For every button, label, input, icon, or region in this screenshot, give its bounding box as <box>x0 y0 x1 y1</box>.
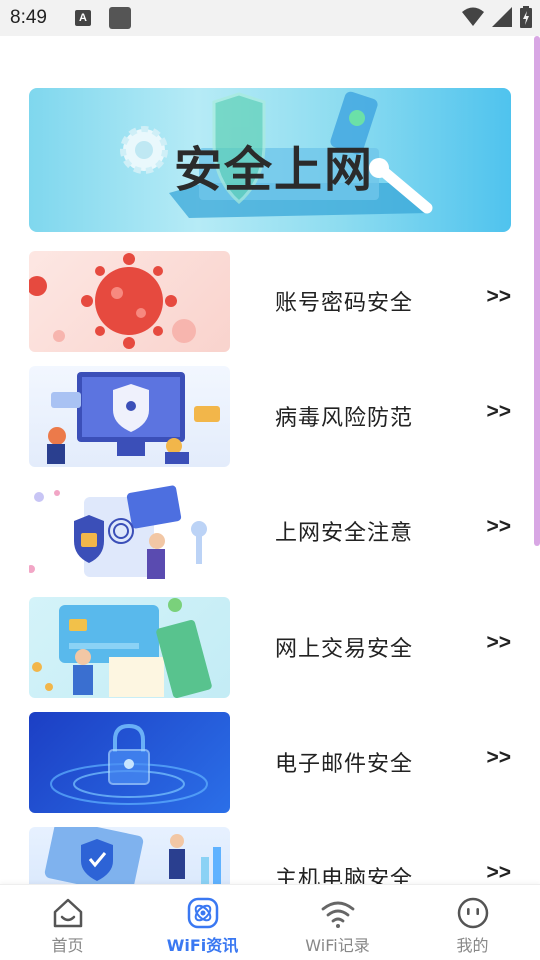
notification-square-icon <box>108 7 131 29</box>
wifi-icon <box>321 901 354 928</box>
list-item-title: 病毒风险防范 <box>275 406 414 431</box>
wifi-info-icon <box>187 897 218 929</box>
list-item-title: 电子邮件安全 <box>275 752 414 777</box>
status-time: 8:49 <box>10 7 47 28</box>
scroll-indicator[interactable] <box>534 36 540 546</box>
safe-internet-banner[interactable]: 安全上网 <box>29 88 511 232</box>
battery-icon <box>520 6 532 28</box>
nav-home[interactable]: 首页 <box>0 885 135 960</box>
chevron-double-right-icon: >> <box>486 861 511 884</box>
wifi-signal-icon <box>462 7 484 26</box>
face-icon <box>457 897 488 929</box>
lock-fingerprint-thumbnail <box>29 481 230 582</box>
chevron-double-right-icon: >> <box>486 631 511 654</box>
card-payment-thumbnail <box>29 597 230 698</box>
monitor-security-thumbnail <box>29 366 230 467</box>
list-item-title: 上网安全注意 <box>275 521 414 546</box>
list-item-title: 账号密码安全 <box>275 291 414 316</box>
list-item-online-trading[interactable]: 网上交易安全 >> <box>29 597 511 698</box>
chevron-double-right-icon: >> <box>486 285 511 308</box>
cell-signal-icon <box>492 7 512 27</box>
nav-label: WiFi资讯 <box>166 936 239 955</box>
list-item-title: 网上交易安全 <box>275 637 414 662</box>
chevron-double-right-icon: >> <box>486 400 511 423</box>
list-item-account-password[interactable]: 账号密码安全 >> <box>29 251 511 352</box>
nav-mine[interactable]: 我的 <box>405 885 540 960</box>
chevron-double-right-icon: >> <box>486 746 511 769</box>
list-item-virus-risk[interactable]: 病毒风险防范 >> <box>29 366 511 467</box>
home-icon <box>53 898 82 928</box>
bottom-navigation: 首页 WiFi资讯 WiFi记录 我的 <box>0 884 540 960</box>
nav-wifi-info[interactable]: WiFi资讯 <box>135 885 270 960</box>
list-item-email-security[interactable]: 电子邮件安全 >> <box>29 712 511 813</box>
nav-label: WiFi记录 <box>305 936 370 955</box>
banner-title: 安全上网 <box>174 142 375 198</box>
keyboard-a-icon: A <box>74 10 91 26</box>
virus-thumbnail <box>29 251 230 352</box>
digital-lock-thumbnail <box>29 712 230 813</box>
chevron-double-right-icon: >> <box>486 515 511 538</box>
status-bar: 8:49 A <box>0 0 540 36</box>
nav-label: 我的 <box>456 936 489 955</box>
nav-wifi-records[interactable]: WiFi记录 <box>270 885 405 960</box>
nav-label: 首页 <box>51 936 84 955</box>
list-item-internet-safety[interactable]: 上网安全注意 >> <box>29 481 511 582</box>
